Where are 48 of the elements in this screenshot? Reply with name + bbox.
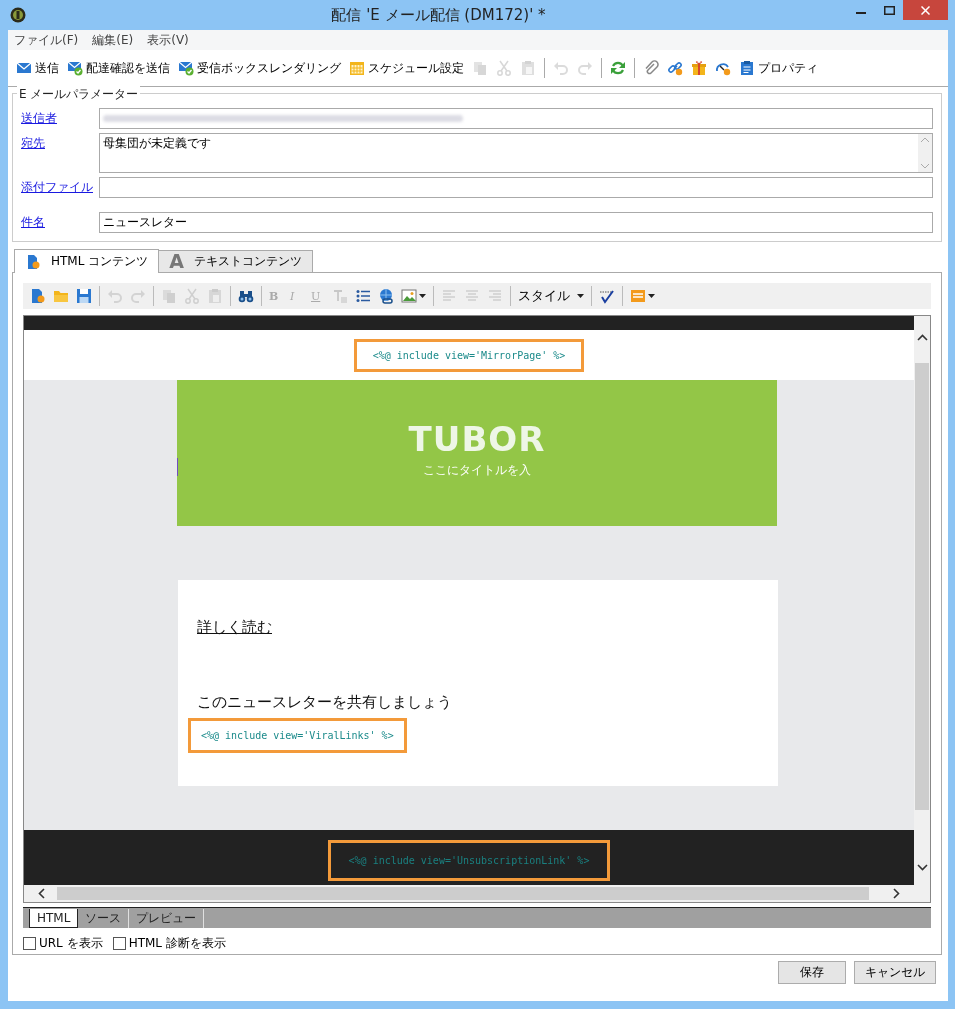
toolbar-button[interactable]: 送信 (12, 57, 63, 79)
calendar-icon (349, 60, 365, 76)
menu-item[interactable]: ファイル(F) (14, 32, 79, 48)
style-dropdown[interactable]: スタイル (515, 287, 587, 305)
refresh-icon (610, 60, 626, 76)
text-field[interactable] (99, 108, 933, 129)
view-tab[interactable]: プレビュー (129, 909, 205, 928)
banner-title: ここにタイトルを入 (423, 462, 531, 479)
menu-item[interactable]: 編集(E) (92, 32, 134, 48)
scroll-up-icon (921, 137, 929, 142)
gift-icon (691, 60, 707, 76)
text-icon: A (169, 252, 184, 271)
menu-item[interactable]: 表示(V) (147, 32, 189, 48)
paperclip-icon (643, 60, 659, 76)
undo-icon (553, 60, 569, 76)
toolbar-button[interactable]: 配達確認を送信 (63, 57, 174, 79)
read-more-link[interactable]: 詳しく読む (197, 618, 272, 637)
clipboard-icon (739, 60, 755, 76)
view-tab[interactable]: ソース (78, 909, 130, 928)
logo-text: TUBOR (408, 422, 546, 456)
paste-icon (520, 60, 536, 76)
mail-check-icon (178, 60, 194, 76)
checkbox-label[interactable]: URL を表示 (39, 935, 103, 952)
field-link[interactable]: 件名 (21, 212, 99, 231)
toolbar-button[interactable]: プロパティ (735, 57, 822, 79)
field-link[interactable]: 宛先 (21, 133, 99, 152)
text-field[interactable] (99, 177, 933, 198)
app-logo-icon (10, 7, 26, 23)
checkbox-label[interactable]: HTML 診断を表示 (128, 935, 226, 952)
redo-icon (577, 60, 593, 76)
textarea-field[interactable]: 母集団が未定義です (99, 133, 933, 173)
window-title: 配信 'E メール配信 (DM172)' * (330, 5, 547, 25)
close-icon (921, 5, 930, 15)
mail-icon (16, 60, 32, 76)
group-title: E メールパラメーター (17, 86, 141, 103)
copy-icon (472, 60, 488, 76)
scroll-down-icon (921, 164, 929, 169)
mail-check-icon (67, 60, 83, 76)
field-link[interactable]: 送信者 (21, 108, 99, 127)
gauge-icon (715, 60, 731, 76)
share-text: このニュースレターを共有しましょう (197, 693, 453, 712)
link-icon (667, 60, 683, 76)
toolbar-button[interactable]: スケジュール設定 (345, 57, 468, 79)
field-link[interactable]: 添付ファイル (21, 177, 99, 196)
scissors-icon (496, 60, 512, 76)
maximize-icon (883, 5, 895, 15)
minimize-icon (856, 12, 866, 14)
toolbar-button[interactable]: 受信ボックスレンダリング (174, 57, 345, 79)
